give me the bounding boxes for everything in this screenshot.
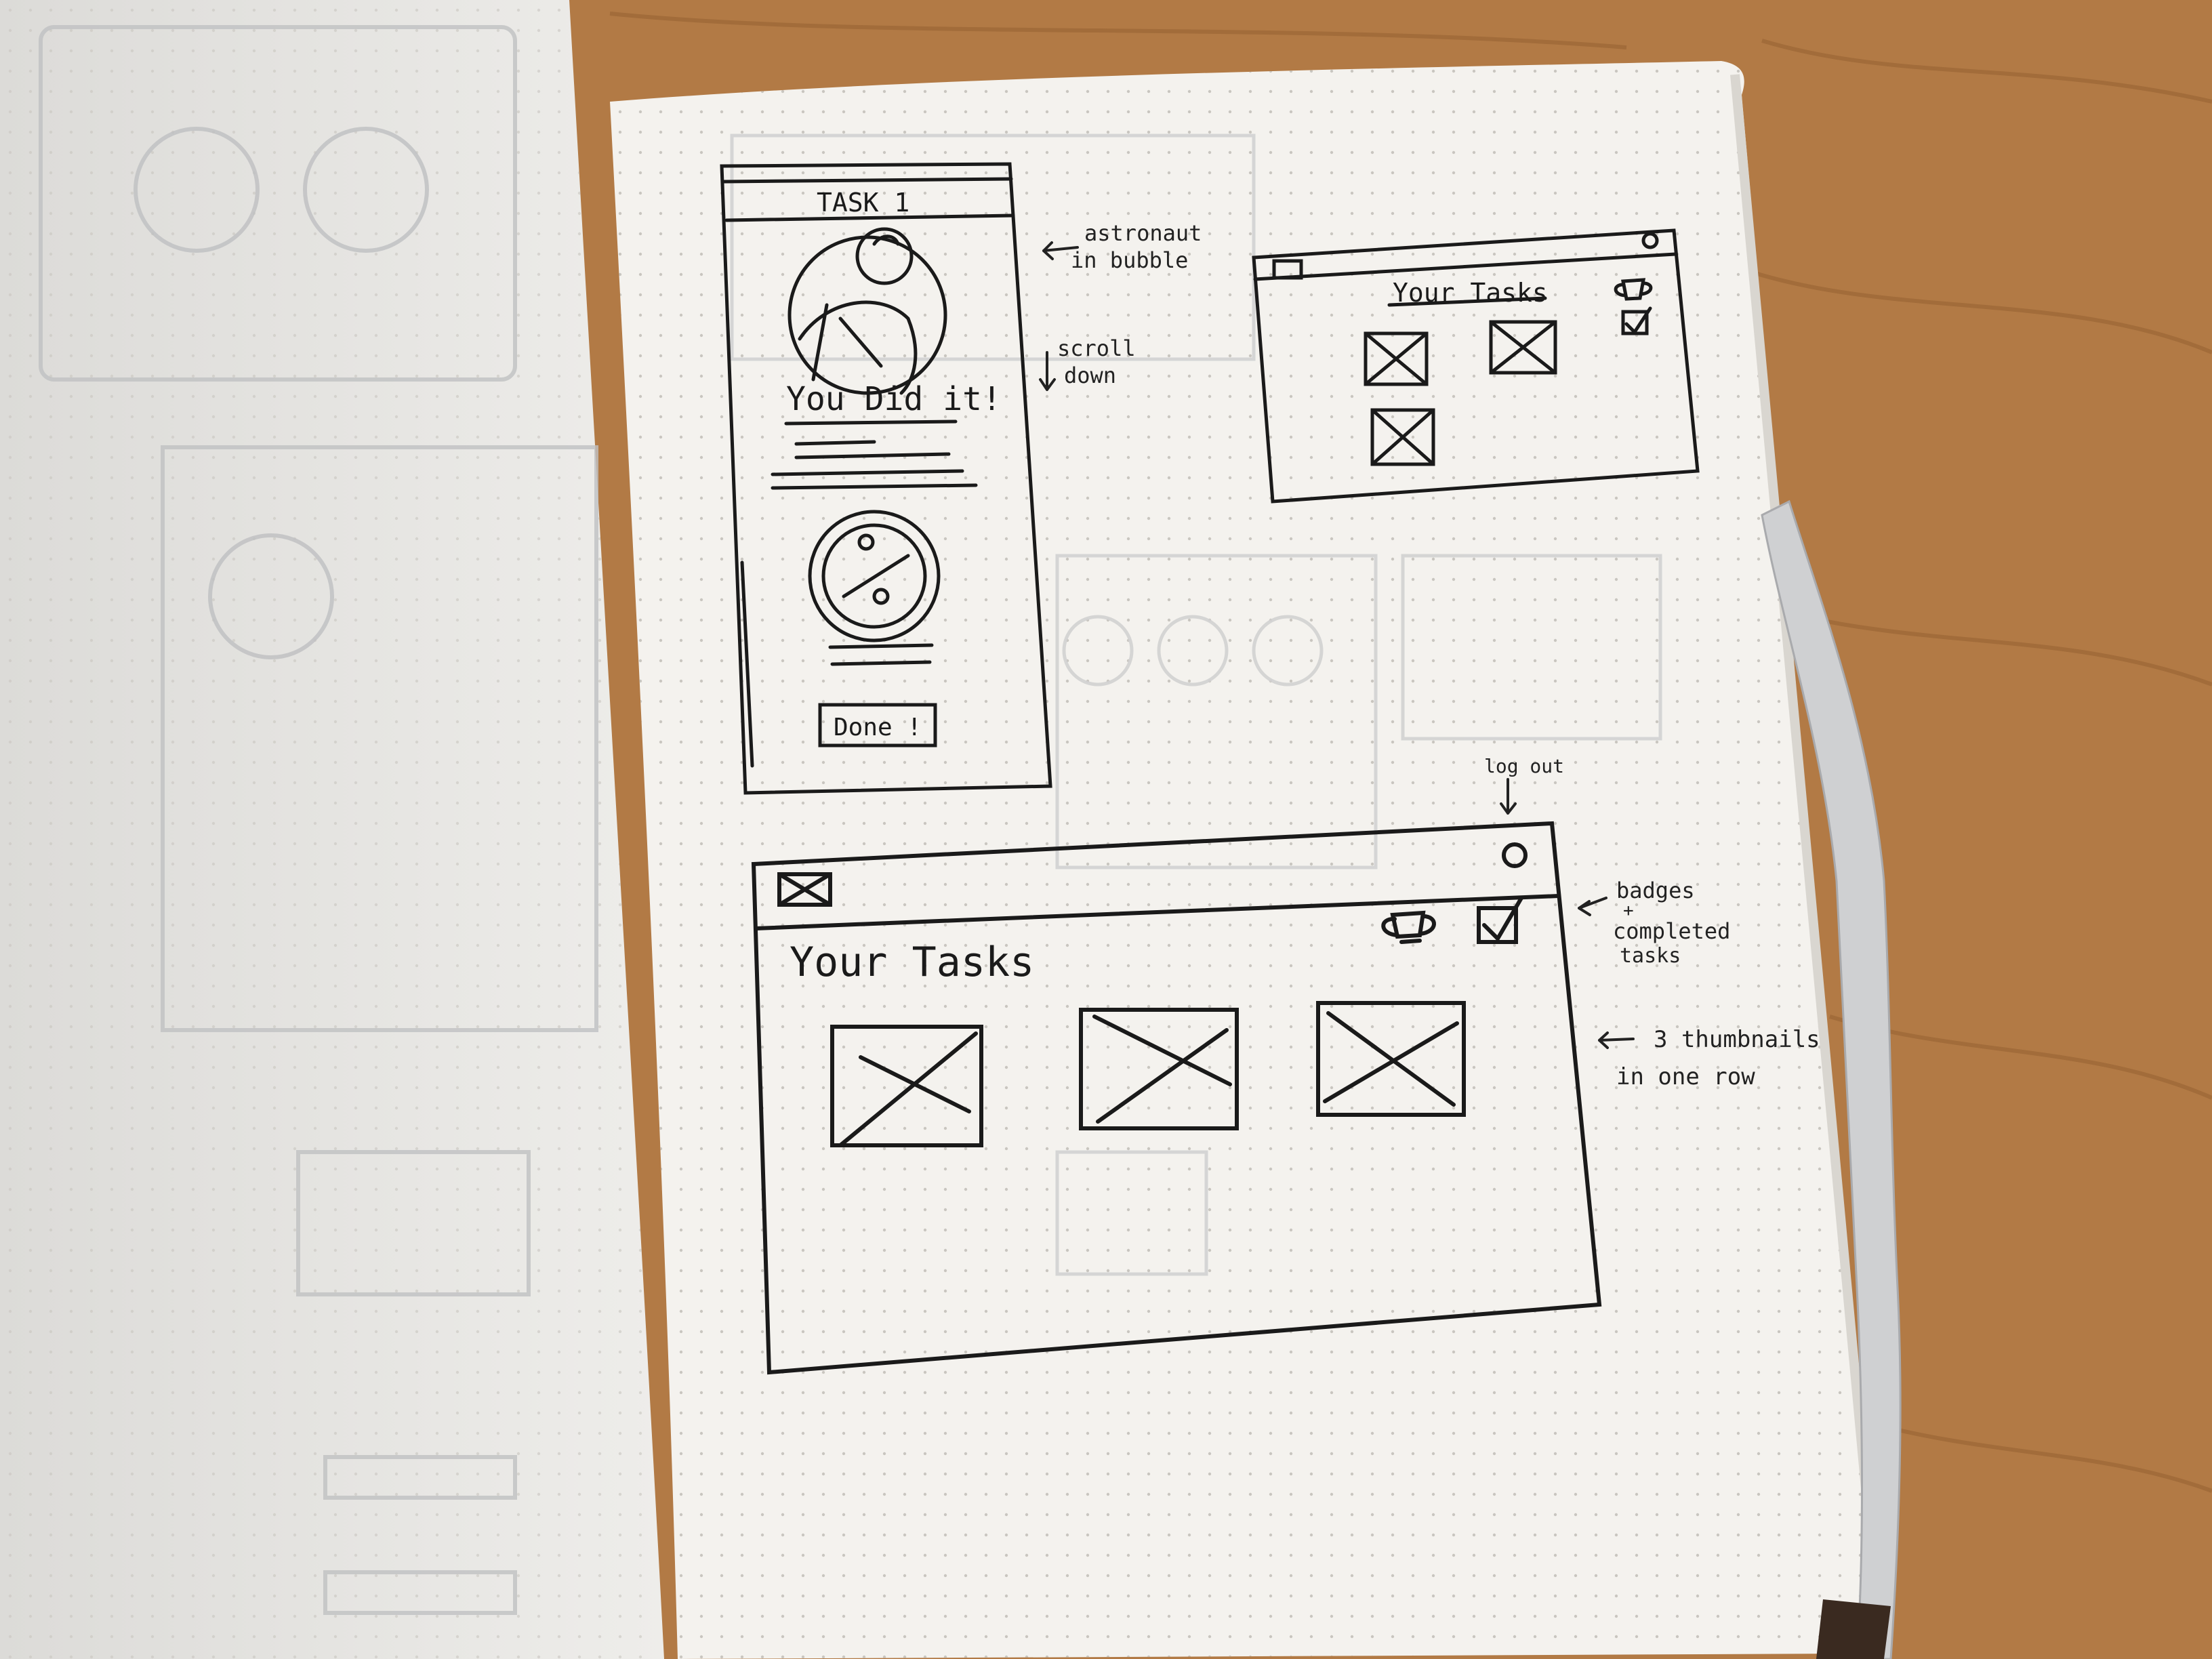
note-badges-line3: completed (1613, 918, 1730, 944)
phone-title: TASK 1 (817, 188, 909, 218)
note-scroll-line2: down (1064, 363, 1116, 388)
note-thumbnails-line2: in one row (1616, 1063, 1755, 1090)
note-badges-line4: tasks (1620, 944, 1681, 968)
phone-done-button: Done ! (834, 714, 922, 741)
note-badges-line1: badges (1616, 878, 1695, 903)
notebook-photo: TASK 1 You Did it! Done ! Your Tasks You… (0, 0, 2212, 1659)
note-thumbnails-line1: 3 thumbnails (1654, 1026, 1820, 1053)
right-page-dots (610, 61, 1877, 1659)
bookmark-ribbon (1816, 1599, 1891, 1659)
note-logout: log out (1484, 755, 1564, 777)
note-astronaut-line1: astronaut (1084, 220, 1202, 246)
note-astronaut-line2: in bubble (1071, 247, 1188, 273)
left-page-dots (0, 0, 651, 1659)
large-desktop-title: Your Tasks (790, 939, 1034, 986)
small-desktop-title: Your Tasks (1393, 278, 1548, 308)
phone-message: You Did it! (786, 380, 1002, 418)
note-scroll-line1: scroll (1057, 335, 1136, 361)
